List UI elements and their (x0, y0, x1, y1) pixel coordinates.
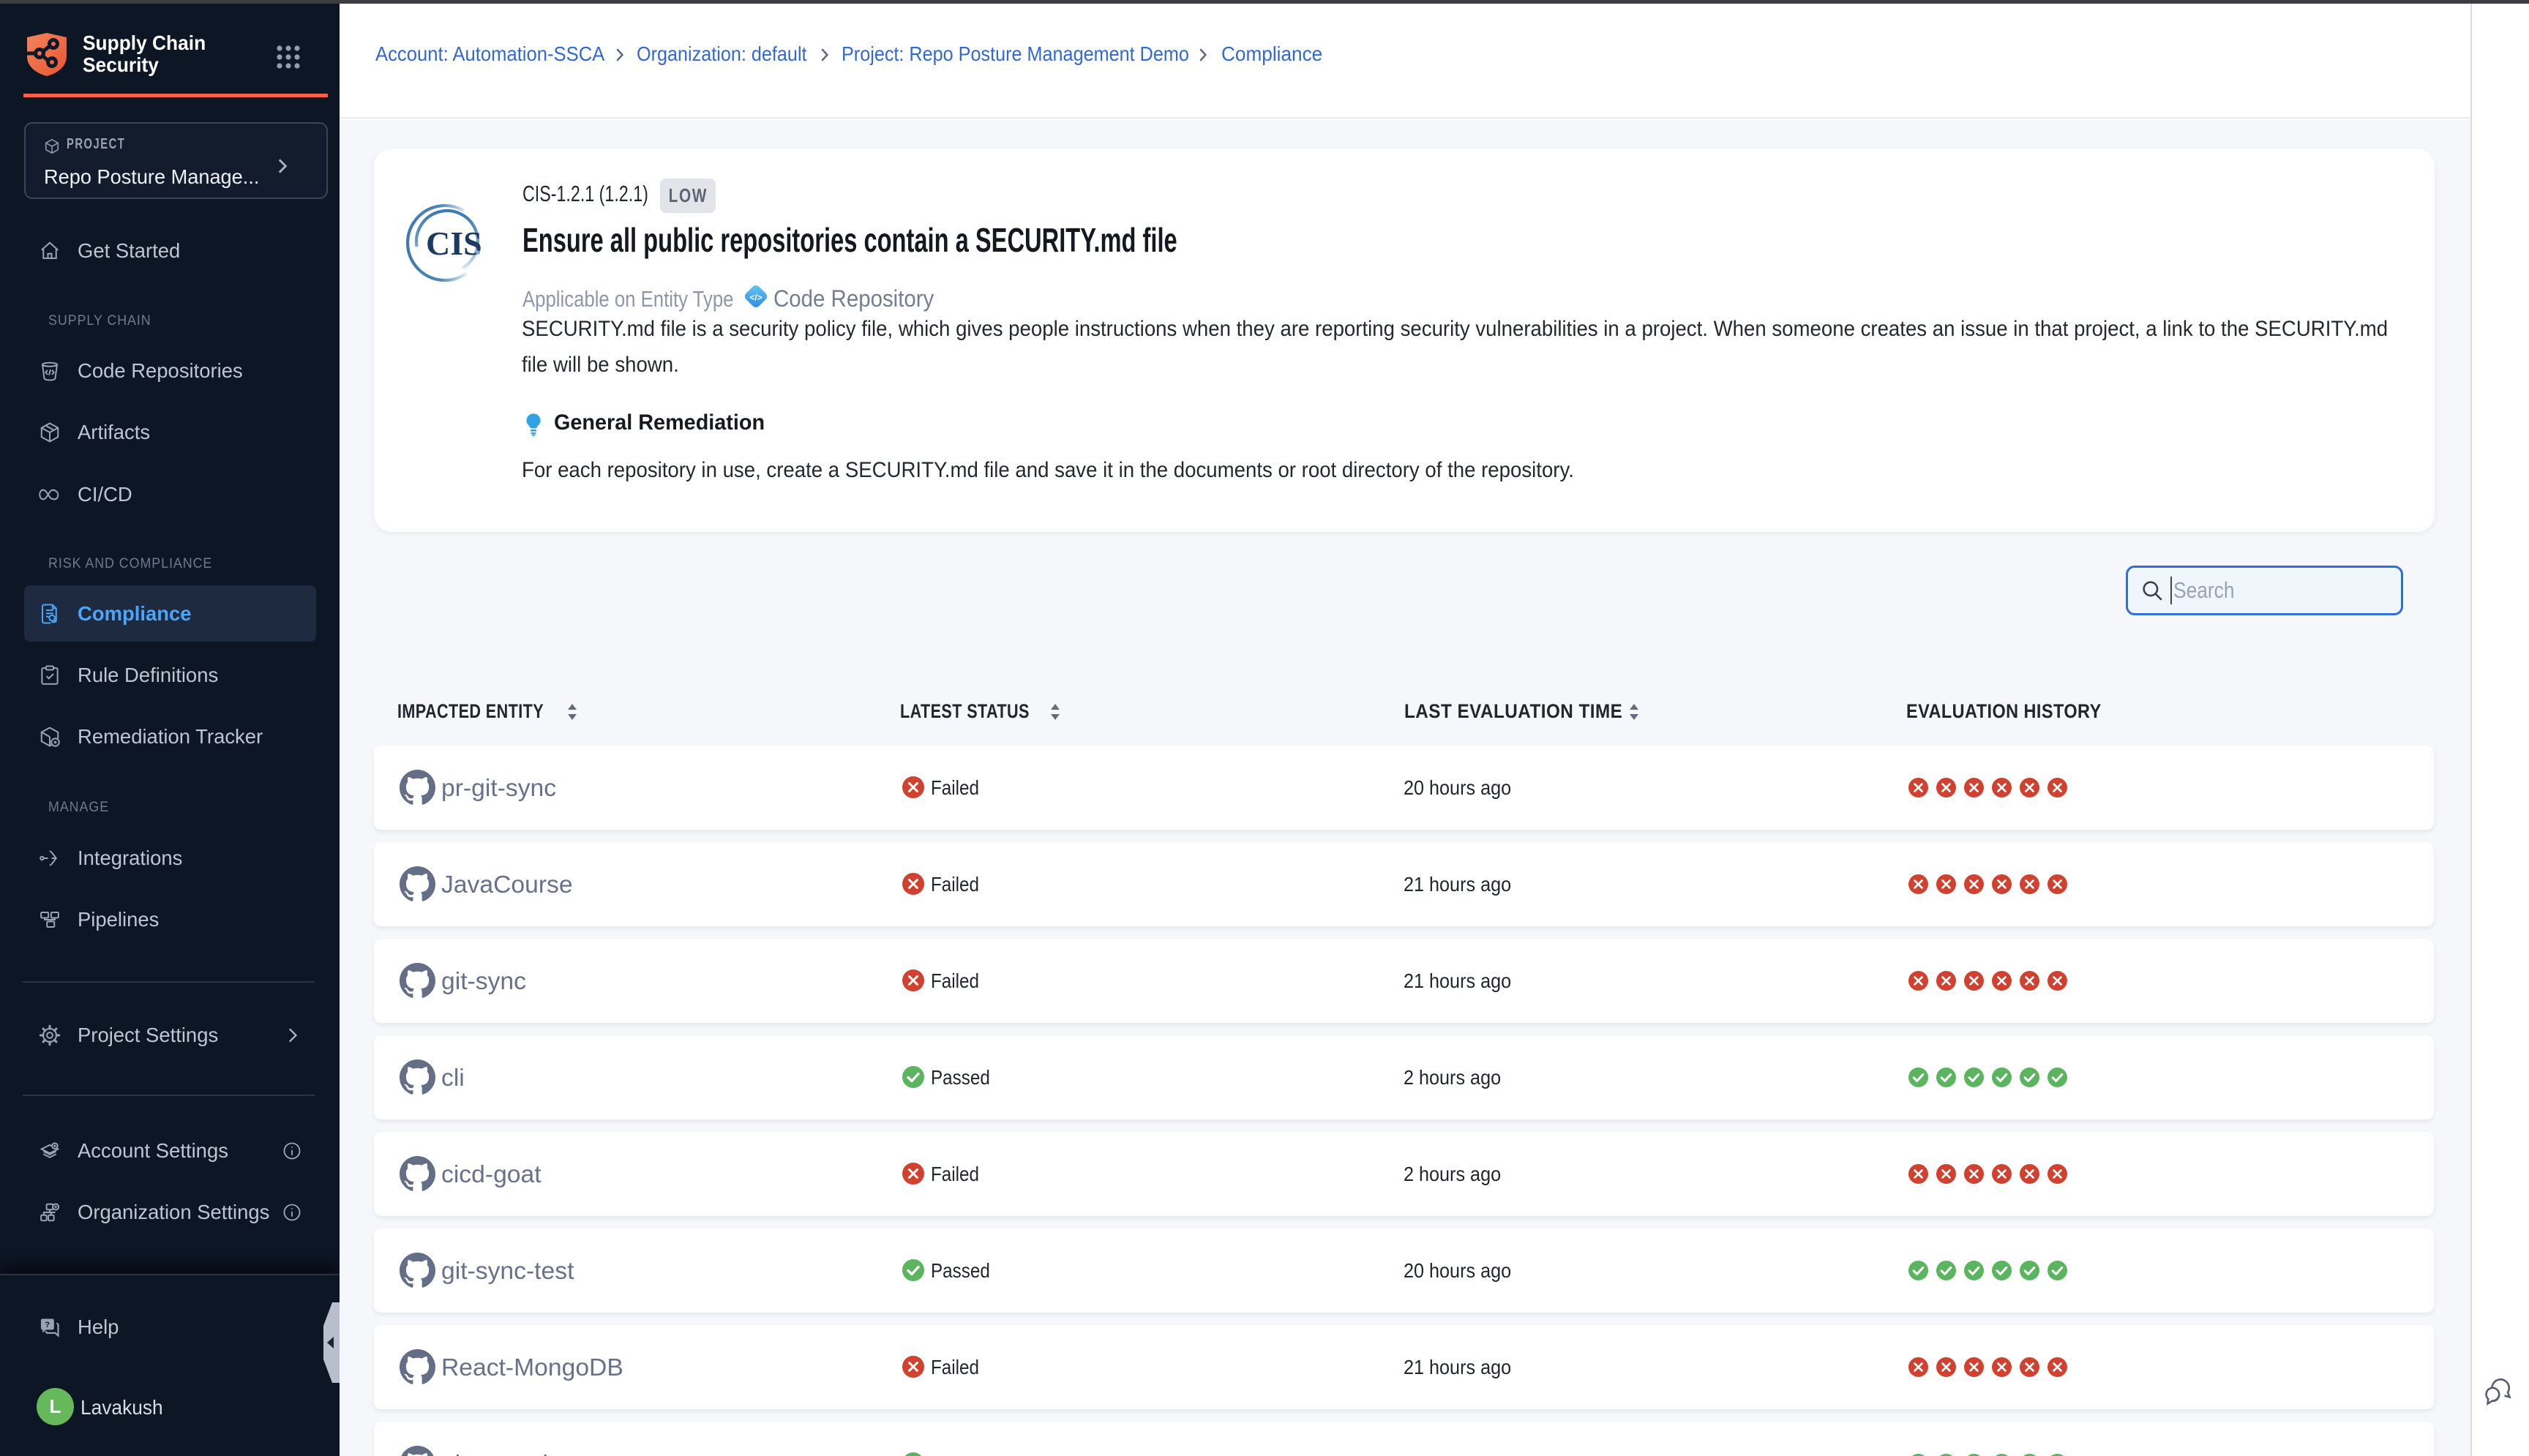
svg-text:CIS: CIS (426, 225, 482, 262)
svg-text:?: ? (45, 1321, 50, 1329)
svg-text:</>: </> (749, 293, 762, 303)
